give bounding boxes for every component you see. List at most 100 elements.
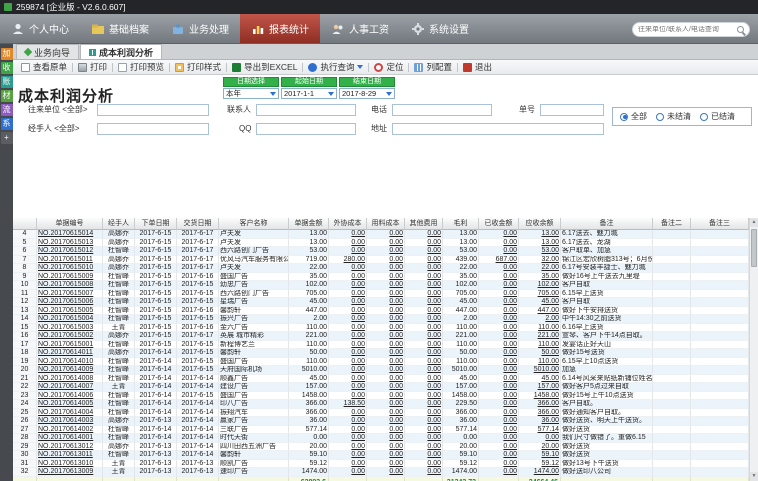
material-cell[interactable]: 0.00: [367, 230, 405, 239]
column-header-remark3[interactable]: 备注三: [691, 218, 749, 230]
column-header-outsource[interactable]: 外协成本: [329, 218, 367, 230]
search-icon[interactable]: [737, 26, 744, 33]
nav-base-archive[interactable]: 基础档案: [80, 14, 160, 43]
material-cell[interactable]: 0.00: [367, 315, 405, 324]
column-header-order-date[interactable]: 下单日期: [135, 218, 177, 230]
doc-no-cell[interactable]: NO.20170613010: [37, 460, 103, 469]
outsource-cell[interactable]: 0.00: [329, 434, 367, 443]
table-row[interactable]: 20NO.20170614009杜智峰2017-6-142017-6-15天府国…: [13, 366, 749, 375]
balance-cell[interactable]: 53.00: [519, 247, 561, 256]
material-cell[interactable]: 0.00: [367, 290, 405, 299]
outsource-cell[interactable]: 0.00: [329, 298, 367, 307]
doc-no-cell[interactable]: NO.20170615013: [37, 239, 103, 248]
doc-no-cell[interactable]: NO.20170614002: [37, 426, 103, 435]
table-row[interactable]: 30NO.20170613011杜智峰2017-6-132017-6-14馨韵轩…: [13, 451, 749, 460]
outsource-cell[interactable]: 0.00: [329, 366, 367, 375]
column-header-material[interactable]: 用料成本: [367, 218, 405, 230]
received-cell[interactable]: 0.00: [479, 264, 519, 273]
doc-no-cell[interactable]: NO.20170615012: [37, 247, 103, 256]
outsource-cell[interactable]: 0.00: [329, 443, 367, 452]
received-cell[interactable]: 0.00: [479, 324, 519, 333]
received-cell[interactable]: 0.00: [479, 332, 519, 341]
outsource-cell[interactable]: 0.00: [329, 332, 367, 341]
table-row[interactable]: 21NO.20170614008杜智峰2017-6-142017-6-14顺鑫广…: [13, 375, 749, 384]
table-row[interactable]: 16NO.20170615002高娜乔2017-6-152017-6-17英展 …: [13, 332, 749, 341]
material-cell[interactable]: 0.00: [367, 332, 405, 341]
material-cell[interactable]: 0.00: [367, 281, 405, 290]
nav-hr-payroll[interactable]: 人事工资: [320, 14, 400, 43]
material-cell[interactable]: 0.00: [367, 366, 405, 375]
locate-button[interactable]: 定位: [369, 60, 408, 74]
phone-field[interactable]: [392, 104, 492, 116]
material-cell[interactable]: 0.00: [367, 383, 405, 392]
balance-cell[interactable]: 20.00: [519, 443, 561, 452]
partner-field[interactable]: [97, 104, 209, 116]
doc-no-cell[interactable]: NO.20170614006: [37, 392, 103, 401]
table-row[interactable]: 15NO.20170615003王青2017-6-152017-6-16金六广告…: [13, 324, 749, 333]
other-fee-cell[interactable]: 0.00: [405, 358, 443, 367]
table-row[interactable]: 17NO.20170615001杜智峰2017-6-152017-6-15新程博…: [13, 341, 749, 350]
outsource-cell[interactable]: 0.00: [329, 290, 367, 299]
received-cell[interactable]: 0.00: [479, 468, 519, 477]
table-row[interactable]: 4NO.20170615014高娜乔2017-6-152017-6-17卢夫发1…: [13, 230, 749, 239]
contact-field[interactable]: [256, 104, 356, 116]
material-cell[interactable]: 0.00: [367, 341, 405, 350]
material-cell[interactable]: 0.00: [367, 307, 405, 316]
other-fee-cell[interactable]: 0.00: [405, 426, 443, 435]
received-cell[interactable]: 0.00: [479, 273, 519, 282]
outsource-cell[interactable]: 0.00: [329, 349, 367, 358]
doc-no-cell[interactable]: NO.20170614005: [37, 400, 103, 409]
balance-cell[interactable]: 110.00: [519, 341, 561, 350]
balance-cell[interactable]: 59.12: [519, 460, 561, 469]
balance-cell[interactable]: 36.00: [519, 417, 561, 426]
received-cell[interactable]: 0.00: [479, 426, 519, 435]
doc-no-cell[interactable]: NO.20170615005: [37, 307, 103, 316]
other-fee-cell[interactable]: 0.00: [405, 332, 443, 341]
balance-cell[interactable]: 221.00: [519, 332, 561, 341]
doc-no-cell[interactable]: NO.20170615004: [37, 315, 103, 324]
print-style-button[interactable]: 打印样式: [170, 60, 226, 74]
column-header-handler[interactable]: 经手人: [103, 218, 135, 230]
column-header-other-fee[interactable]: 其他费用: [405, 218, 443, 230]
balance-cell[interactable]: 45.00: [519, 375, 561, 384]
outsource-cell[interactable]: 0.00: [329, 426, 367, 435]
outsource-cell[interactable]: 138.50: [329, 400, 367, 409]
other-fee-cell[interactable]: 0.00: [405, 366, 443, 375]
exit-button[interactable]: 退出: [458, 60, 497, 74]
balance-cell[interactable]: 366.00: [519, 409, 561, 418]
other-fee-cell[interactable]: 0.00: [405, 256, 443, 265]
tab-cost-profit-analysis[interactable]: 成本利润分析: [80, 44, 162, 59]
material-cell[interactable]: 0.00: [367, 324, 405, 333]
received-cell[interactable]: 0.00: [479, 358, 519, 367]
material-cell[interactable]: 0.00: [367, 392, 405, 401]
status-radio[interactable]: 全部: [620, 111, 647, 122]
end-date-picker[interactable]: 2017-8-29: [339, 88, 395, 99]
other-fee-cell[interactable]: 0.00: [405, 341, 443, 350]
scrollbar-thumb[interactable]: [751, 229, 757, 267]
sidebar-quick-item[interactable]: 加: [1, 48, 13, 60]
doc-no-cell[interactable]: NO.20170614010: [37, 358, 103, 367]
table-row[interactable]: 24NO.20170614005杜智峰2017-6-142017-6-14印八广…: [13, 400, 749, 409]
doc-no-cell[interactable]: NO.20170614011: [37, 349, 103, 358]
nav-system-settings[interactable]: 系统设置: [400, 14, 480, 43]
table-row[interactable]: 32NO.20170613009王青2017-6-132017-6-13速印广告…: [13, 468, 749, 477]
table-row[interactable]: 5NO.20170615013高娜乔2017-6-152017-6-17卢夫发1…: [13, 239, 749, 248]
outsource-cell[interactable]: 0.00: [329, 230, 367, 239]
status-radio[interactable]: 未结清: [656, 111, 691, 122]
sidebar-quick-item[interactable]: 收: [1, 62, 13, 74]
balance-cell[interactable]: 13.00: [519, 230, 561, 239]
table-row[interactable]: 31NO.20170613010王青2017-6-132017-6-13顺凯广告…: [13, 460, 749, 469]
handler-field[interactable]: [97, 123, 209, 135]
received-cell[interactable]: 0.00: [479, 290, 519, 299]
material-cell[interactable]: 0.00: [367, 409, 405, 418]
global-search-box[interactable]: [632, 22, 750, 37]
doc-no-cell[interactable]: NO.20170615002: [37, 332, 103, 341]
balance-cell[interactable]: 447.00: [519, 307, 561, 316]
balance-cell[interactable]: 110.00: [519, 358, 561, 367]
outsource-cell[interactable]: 0.00: [329, 341, 367, 350]
balance-cell[interactable]: 13.00: [519, 239, 561, 248]
column-header-amount[interactable]: 单据金额: [289, 218, 329, 230]
other-fee-cell[interactable]: 0.00: [405, 239, 443, 248]
other-fee-cell[interactable]: 0.00: [405, 400, 443, 409]
column-header-row-number[interactable]: [13, 218, 37, 230]
